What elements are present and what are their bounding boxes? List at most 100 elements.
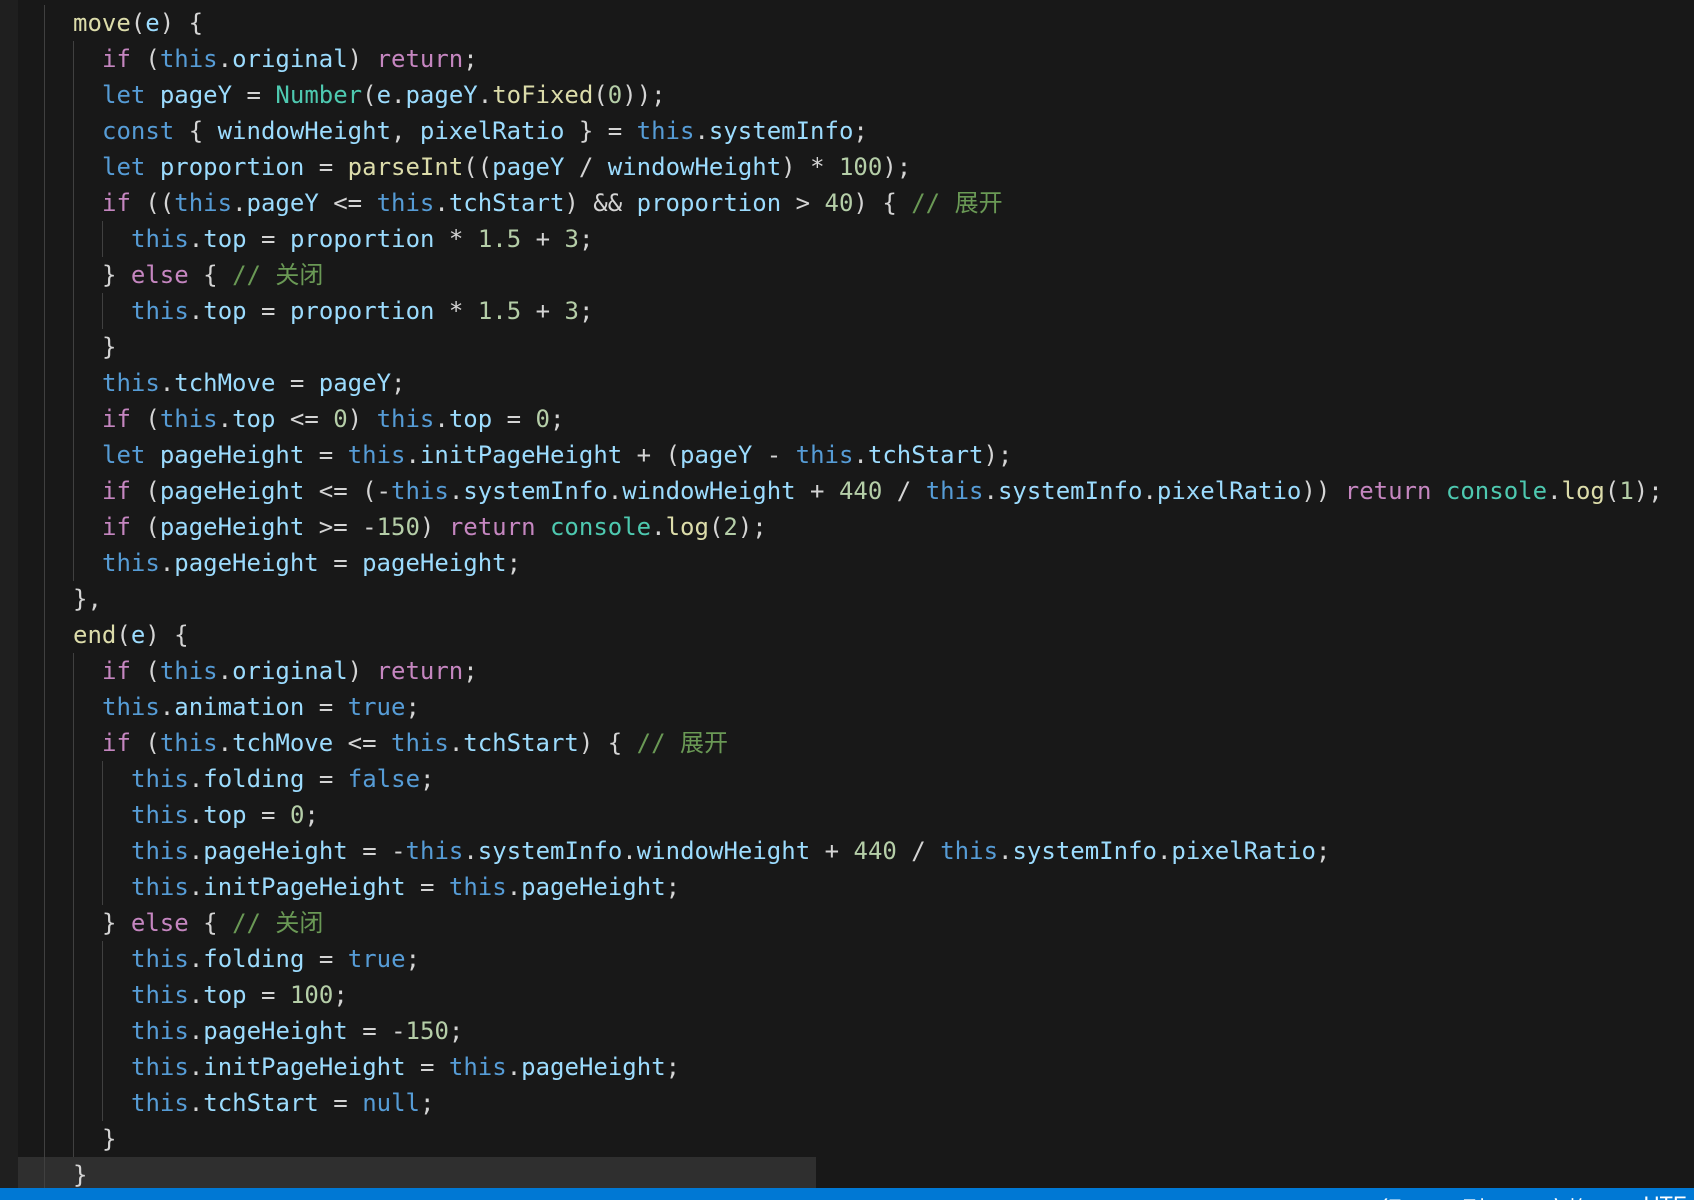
code-token: (	[130, 405, 160, 433]
code-line[interactable]: }	[0, 1157, 1694, 1188]
indent-guide	[44, 725, 45, 761]
code-token: this	[376, 189, 435, 217]
code-line-text: } else { // 关闭	[102, 905, 323, 941]
status-item[interactable]: 列 21	[1463, 1192, 1516, 1200]
code-line[interactable]: if (this.tchMove <= this.tchStart) { // …	[0, 725, 1694, 761]
indent-guide	[73, 221, 74, 257]
code-token: 150	[405, 1017, 449, 1045]
code-token: + (	[622, 441, 681, 469]
indent-guide	[73, 1085, 74, 1121]
code-token: =	[405, 873, 449, 901]
code-token: windowHeight	[636, 837, 811, 865]
indent-guide	[44, 1121, 45, 1157]
code-line[interactable]: this.pageHeight = pageHeight;	[0, 545, 1694, 581]
code-token: +	[521, 225, 565, 253]
status-item[interactable]: 行 33	[1380, 1192, 1433, 1200]
indent-guide	[44, 185, 45, 221]
code-line[interactable]: if (pageHeight >= -150) return console.l…	[0, 509, 1694, 545]
code-line[interactable]: } else { // 关闭	[0, 257, 1694, 293]
code-token: 1.5	[477, 297, 522, 325]
code-token: .	[188, 837, 204, 865]
code-token: 40	[824, 189, 854, 217]
indent-guide	[44, 761, 45, 797]
code-token: initPageHeight	[203, 873, 406, 901]
code-line[interactable]: }	[0, 329, 1694, 365]
code-token: .	[188, 981, 204, 1009]
code-line[interactable]: move(e) {	[0, 5, 1694, 41]
code-line[interactable]: },	[0, 581, 1694, 617]
indent-guide	[73, 725, 74, 761]
code-line[interactable]: let proportion = parseInt((pageY / windo…	[0, 149, 1694, 185]
code-token: pageY	[492, 153, 565, 181]
code-token: proportion	[289, 297, 435, 325]
code-line[interactable]: }	[0, 1121, 1694, 1157]
indent-guide	[44, 113, 45, 149]
code-line[interactable]: const { windowHeight, pixelRatio } = thi…	[0, 113, 1694, 149]
code-line[interactable]: if (pageHeight <= (-this.systemInfo.wind…	[0, 473, 1694, 509]
code-line[interactable]: this.top = 0;	[0, 797, 1694, 833]
code-line[interactable]: this.tchMove = pageY;	[0, 365, 1694, 401]
code-line[interactable]: this.tchStart = null;	[0, 1085, 1694, 1121]
code-token: 0	[607, 81, 623, 109]
code-token: =	[304, 153, 348, 181]
code-line[interactable]: this.top = proportion * 1.5 + 3;	[0, 221, 1694, 257]
indent-guide	[73, 905, 74, 941]
code-token: *	[434, 225, 478, 253]
code-line[interactable]: if ((this.pageY <= this.tchStart) && pro…	[0, 185, 1694, 221]
code-token: ) {	[159, 9, 204, 37]
code-token: // 关闭	[232, 909, 324, 937]
code-line[interactable]: this.pageHeight = -150;	[0, 1013, 1694, 1049]
code-line[interactable]: if (this.original) return;	[0, 653, 1694, 689]
code-token: );	[882, 153, 912, 181]
code-line[interactable]: end(e) {	[0, 617, 1694, 653]
code-token: ;	[420, 1089, 435, 1117]
code-line[interactable]: } else { // 关闭	[0, 905, 1694, 941]
code-line[interactable]: if (this.top <= 0) this.top = 0;	[0, 401, 1694, 437]
code-line[interactable]: this.top = proportion * 1.5 + 3;	[0, 293, 1694, 329]
code-token: =	[318, 549, 363, 577]
status-item[interactable]: UTF-8	[1644, 1192, 1694, 1200]
code-line[interactable]: if (this.original) return;	[0, 41, 1694, 77]
code-token: parseInt	[347, 153, 464, 181]
code-token: if	[102, 45, 131, 73]
code-token: }	[102, 1125, 117, 1153]
code-token: .	[188, 1053, 204, 1081]
code-token: .	[188, 1017, 204, 1045]
code-line[interactable]: this.top = 100;	[0, 977, 1694, 1013]
code-token: (	[593, 81, 608, 109]
code-line-text: move(e) {	[73, 5, 203, 41]
code-line[interactable]: let pageY = Number(e.pageY.toFixed(0));	[0, 77, 1694, 113]
code-token: .	[1142, 477, 1157, 505]
indent-guide	[44, 941, 45, 977]
code-token: .	[434, 405, 449, 433]
status-item[interactable]: 空格: 2	[1545, 1192, 1613, 1200]
code-token: this	[131, 801, 189, 829]
code-token: .	[434, 189, 449, 217]
code-line[interactable]: this.folding = true;	[0, 941, 1694, 977]
code-line[interactable]: this.animation = true;	[0, 689, 1694, 725]
code-line-text: let pageY = Number(e.pageY.toFixed(0));	[102, 77, 666, 113]
code-token: (	[130, 513, 160, 541]
code-line[interactable]: let pageHeight = this.initPageHeight + (…	[0, 437, 1694, 473]
code-line-text: this.top = proportion * 1.5 + 3;	[131, 293, 593, 329]
code-token: (	[130, 45, 160, 73]
code-token: tchMove	[174, 369, 276, 397]
code-token: .	[694, 117, 709, 145]
code-token: ((	[130, 189, 175, 217]
code-line[interactable]: this.initPageHeight = this.pageHeight;	[0, 1049, 1694, 1085]
indent-guide	[73, 869, 74, 905]
indent-guide	[73, 77, 74, 113]
code-token: else	[130, 261, 189, 289]
code-line[interactable]: this.pageHeight = -this.systemInfo.windo…	[0, 833, 1694, 869]
code-token: .	[506, 1053, 522, 1081]
code-token: return	[376, 45, 464, 73]
code-line[interactable]: this.folding = false;	[0, 761, 1694, 797]
code-editor[interactable]: move(e) {if (this.original) return; let p…	[0, 0, 1694, 1188]
code-token: e	[130, 621, 146, 649]
code-token: .	[391, 81, 406, 109]
indent-guide	[73, 1121, 74, 1157]
code-line-text: this.pageHeight = pageHeight;	[102, 545, 521, 581]
code-line[interactable]: this.initPageHeight = this.pageHeight;	[0, 869, 1694, 905]
code-area[interactable]: move(e) {if (this.original) return; let p…	[0, 5, 1694, 1188]
code-token: }	[102, 909, 131, 937]
